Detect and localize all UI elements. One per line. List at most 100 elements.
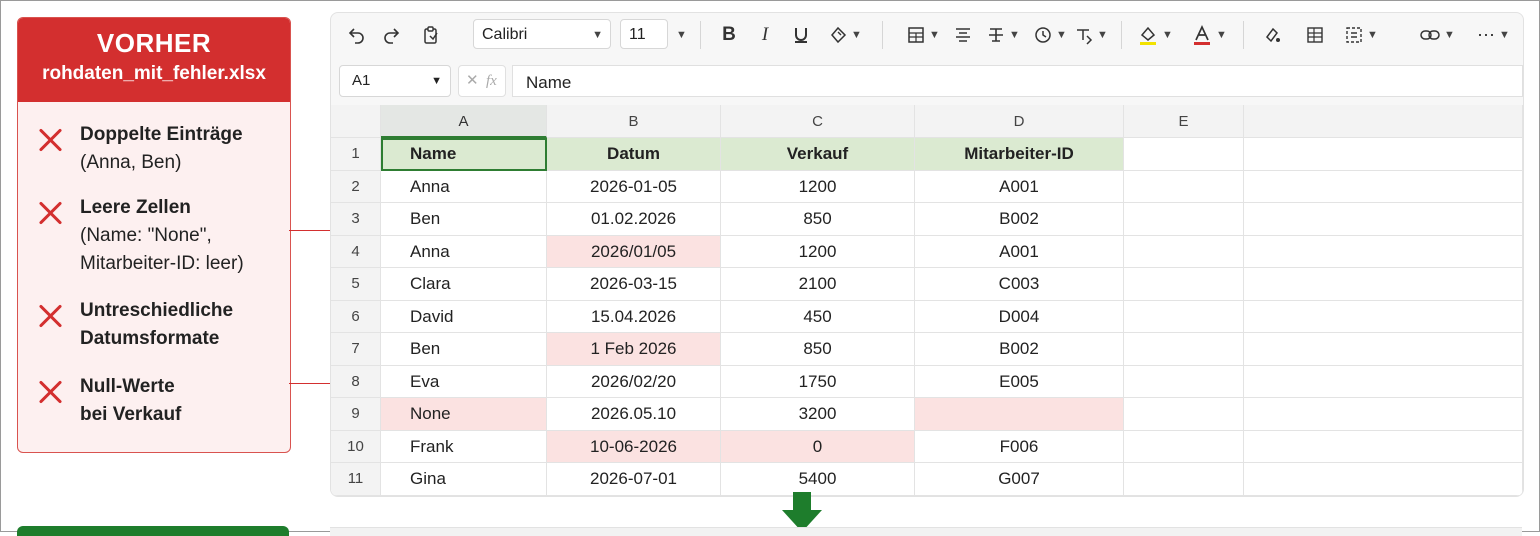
table-cell[interactable] — [1124, 170, 1244, 203]
table-cell[interactable]: 2026-07-01 — [547, 463, 721, 496]
table-cell-empty[interactable] — [1244, 333, 1523, 366]
table-cell[interactable] — [1124, 398, 1244, 431]
table-cell[interactable] — [1124, 203, 1244, 236]
more-options-icon[interactable]: ⋯ ▼ — [1473, 21, 1515, 49]
select-all-corner[interactable] — [331, 105, 381, 138]
header-cell[interactable]: Name — [381, 138, 547, 171]
table-cell[interactable]: None — [381, 398, 547, 431]
table-cell[interactable]: 2100 — [721, 268, 915, 301]
table-cell[interactable]: David — [381, 300, 547, 333]
table-cell[interactable] — [1124, 235, 1244, 268]
conditional-format-icon[interactable] — [1259, 21, 1287, 49]
table-cell[interactable]: 850 — [721, 333, 915, 366]
table-cell[interactable]: A001 — [915, 170, 1124, 203]
underline-icon[interactable] — [787, 21, 815, 49]
table-cell[interactable]: Clara — [381, 268, 547, 301]
table-cell[interactable]: Anna — [381, 235, 547, 268]
table-cell[interactable]: 5400 — [721, 463, 915, 496]
table-cell[interactable]: 0 — [721, 430, 915, 463]
table-cell-empty[interactable] — [1244, 170, 1523, 203]
table-cell[interactable] — [1124, 463, 1244, 496]
header-cell[interactable]: Mitarbeiter-ID — [915, 138, 1124, 171]
chevron-down-icon[interactable]: ▼ — [671, 21, 689, 49]
table-cell[interactable] — [915, 398, 1124, 431]
table-cell-empty[interactable] — [1244, 138, 1523, 171]
formula-input[interactable]: Name — [512, 65, 1523, 97]
row-header[interactable]: 8 — [331, 365, 381, 398]
table-cell[interactable]: 10-06-2026 — [547, 430, 721, 463]
table-cell[interactable]: Eva — [381, 365, 547, 398]
strikethrough-icon[interactable]: ▼ — [983, 21, 1023, 49]
column-header[interactable]: A — [381, 105, 547, 138]
cell-styles-icon[interactable]: ▼ — [1341, 21, 1381, 49]
table-cell[interactable]: 2026-01-05 — [547, 170, 721, 203]
text-direction-icon[interactable]: ▼ — [1071, 21, 1111, 49]
cancel-icon[interactable]: ✕ — [466, 66, 479, 96]
table-cell-empty[interactable] — [1244, 398, 1523, 431]
table-cell[interactable]: A001 — [915, 235, 1124, 268]
table-cell[interactable]: 850 — [721, 203, 915, 236]
table-cell-empty[interactable] — [1244, 365, 1523, 398]
table-cell[interactable]: D004 — [915, 300, 1124, 333]
table-cell[interactable]: 1200 — [721, 235, 915, 268]
table-cell[interactable]: 15.04.2026 — [547, 300, 721, 333]
column-header[interactable]: B — [547, 105, 721, 138]
header-cell[interactable]: Verkauf — [721, 138, 915, 171]
table-cell[interactable]: 3200 — [721, 398, 915, 431]
table-cell-empty[interactable] — [1244, 463, 1523, 496]
undo-icon[interactable] — [343, 21, 371, 49]
table-cell[interactable]: 2026/02/20 — [547, 365, 721, 398]
table-cell[interactable]: Anna — [381, 170, 547, 203]
table-cell[interactable] — [1124, 268, 1244, 301]
table-cell[interactable]: F006 — [915, 430, 1124, 463]
format-table-icon[interactable] — [1301, 21, 1329, 49]
link-icon[interactable]: ▼ — [1411, 21, 1463, 49]
column-header[interactable]: C — [721, 105, 915, 138]
row-header[interactable]: 5 — [331, 268, 381, 301]
row-header[interactable]: 7 — [331, 333, 381, 366]
table-cell[interactable]: 450 — [721, 300, 915, 333]
table-cell[interactable] — [1124, 300, 1244, 333]
table-cell[interactable]: Ben — [381, 203, 547, 236]
column-header[interactable]: E — [1124, 105, 1244, 138]
table-cell[interactable]: 1 Feb 2026 — [547, 333, 721, 366]
function-icon[interactable]: fx — [486, 66, 497, 96]
table-cell[interactable]: 1200 — [721, 170, 915, 203]
number-format-icon[interactable]: ▼ — [1031, 21, 1069, 49]
table-cell[interactable]: 1750 — [721, 365, 915, 398]
header-cell[interactable] — [1124, 138, 1244, 171]
italic-icon[interactable]: I — [751, 21, 779, 49]
row-header[interactable]: 2 — [331, 170, 381, 203]
table-cell[interactable]: Frank — [381, 430, 547, 463]
table-cell-empty[interactable] — [1244, 300, 1523, 333]
cell-reference-box[interactable]: A1 ▼ — [339, 65, 451, 97]
table-cell-empty[interactable] — [1244, 203, 1523, 236]
column-header[interactable]: D — [915, 105, 1124, 138]
row-header[interactable]: 4 — [331, 235, 381, 268]
table-cell[interactable] — [1124, 333, 1244, 366]
fill-color-icon[interactable]: ▼ — [1133, 21, 1177, 49]
row-header[interactable]: 11 — [331, 463, 381, 496]
redo-icon[interactable] — [377, 21, 405, 49]
table-cell[interactable]: Ben — [381, 333, 547, 366]
table-cell[interactable]: B002 — [915, 203, 1124, 236]
bold-icon[interactable]: B — [715, 21, 743, 49]
table-cell-empty[interactable] — [1244, 235, 1523, 268]
table-cell-empty[interactable] — [1244, 430, 1523, 463]
table-cell[interactable]: E005 — [915, 365, 1124, 398]
table-cell[interactable]: Gina — [381, 463, 547, 496]
borders-icon[interactable]: ▼ — [905, 21, 941, 49]
table-cell[interactable]: 01.02.2026 — [547, 203, 721, 236]
table-cell-empty[interactable] — [1244, 268, 1523, 301]
font-name-select[interactable]: Calibri ▼ — [473, 19, 611, 49]
clipboard-icon[interactable] — [417, 21, 445, 49]
table-cell[interactable]: B002 — [915, 333, 1124, 366]
table-cell[interactable] — [1124, 365, 1244, 398]
table-cell[interactable]: G007 — [915, 463, 1124, 496]
table-cell[interactable] — [1124, 430, 1244, 463]
table-cell[interactable]: 2026.05.10 — [547, 398, 721, 431]
font-size-select[interactable]: 11 — [620, 19, 668, 49]
table-cell[interactable]: C003 — [915, 268, 1124, 301]
font-color-icon[interactable]: ▼ — [1187, 21, 1231, 49]
row-header[interactable]: 9 — [331, 398, 381, 431]
